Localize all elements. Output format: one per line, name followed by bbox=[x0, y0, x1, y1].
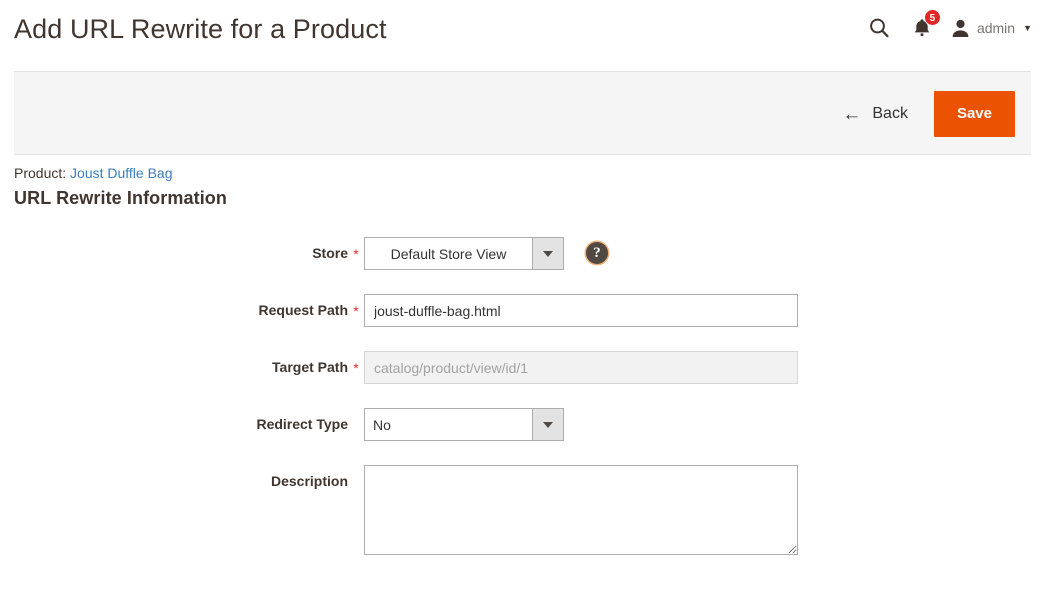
field-row-target-path: Target Path * bbox=[14, 351, 1031, 384]
store-select[interactable]: Default Store View bbox=[364, 237, 564, 270]
redirect-type-select-arrow[interactable] bbox=[532, 409, 563, 440]
chevron-down-icon bbox=[543, 421, 553, 428]
redirect-type-no-asterisk bbox=[348, 408, 364, 416]
request-path-input[interactable] bbox=[364, 294, 798, 327]
redirect-type-label: Redirect Type bbox=[256, 416, 348, 432]
search-icon[interactable] bbox=[859, 10, 899, 46]
section-heading: URL Rewrite Information bbox=[14, 188, 227, 208]
page-root: Add URL Rewrite for a Product 5 admin ▼ … bbox=[0, 0, 1046, 602]
request-path-label: Request Path bbox=[258, 302, 348, 318]
page-actions-bar: ← Back Save bbox=[14, 71, 1031, 155]
store-required-asterisk: * bbox=[353, 246, 359, 262]
url-rewrite-form: Store * Default Store View ? Request Pat… bbox=[14, 237, 1031, 555]
field-row-description: Description bbox=[14, 465, 1031, 555]
description-control bbox=[364, 465, 1031, 555]
target-path-label: Target Path bbox=[272, 359, 348, 375]
field-row-store: Store * Default Store View ? bbox=[14, 237, 1031, 270]
admin-menu-button[interactable]: admin ▼ bbox=[945, 10, 1032, 46]
description-label: Description bbox=[270, 473, 348, 489]
description-no-asterisk bbox=[348, 465, 364, 473]
arrow-left-icon: ← bbox=[842, 103, 862, 125]
question-mark-icon[interactable]: ? bbox=[586, 242, 608, 264]
bell-icon: 5 bbox=[912, 9, 941, 39]
page-header: Add URL Rewrite for a Product 5 admin ▼ bbox=[0, 0, 1046, 62]
store-label: Store bbox=[312, 245, 348, 261]
redirect-type-select[interactable]: No bbox=[364, 408, 564, 441]
product-label: Product: bbox=[14, 165, 67, 181]
request-path-control bbox=[364, 294, 1031, 327]
back-button-label: Back bbox=[872, 105, 908, 122]
target-path-control bbox=[364, 351, 1031, 384]
redirect-type-control: No bbox=[364, 408, 1031, 441]
description-textarea[interactable] bbox=[364, 465, 798, 555]
save-button[interactable]: Save bbox=[933, 91, 1015, 137]
store-select-arrow[interactable] bbox=[532, 238, 563, 269]
field-row-request-path: Request Path * bbox=[14, 294, 1031, 327]
notification-count-badge: 5 bbox=[923, 9, 941, 26]
product-link[interactable]: Joust Duffle Bag bbox=[70, 165, 172, 181]
header-actions: 5 admin ▼ bbox=[859, 9, 1032, 46]
page-title: Add URL Rewrite for a Product bbox=[14, 14, 387, 44]
admin-username: admin bbox=[976, 20, 1016, 36]
request-path-required-asterisk: * bbox=[353, 303, 359, 319]
chevron-down-icon: ▼ bbox=[1023, 22, 1032, 33]
chevron-down-icon bbox=[543, 250, 553, 257]
notifications-button[interactable]: 5 bbox=[899, 9, 945, 46]
target-path-input bbox=[364, 351, 798, 384]
redirect-type-select-value: No bbox=[373, 416, 391, 433]
product-breadcrumb: Product: Joust Duffle Bag bbox=[14, 165, 1031, 181]
page-content: Product: Joust Duffle Bag URL Rewrite In… bbox=[14, 165, 1031, 579]
store-select-value: Default Store View bbox=[390, 245, 507, 262]
field-row-redirect-type: Redirect Type No bbox=[14, 408, 1031, 441]
back-button[interactable]: ← Back bbox=[840, 101, 910, 128]
user-avatar-icon bbox=[951, 18, 970, 38]
store-control: Default Store View ? bbox=[364, 237, 1031, 270]
target-path-required-asterisk: * bbox=[353, 360, 359, 376]
page-actions-group: ← Back Save bbox=[840, 72, 1015, 156]
